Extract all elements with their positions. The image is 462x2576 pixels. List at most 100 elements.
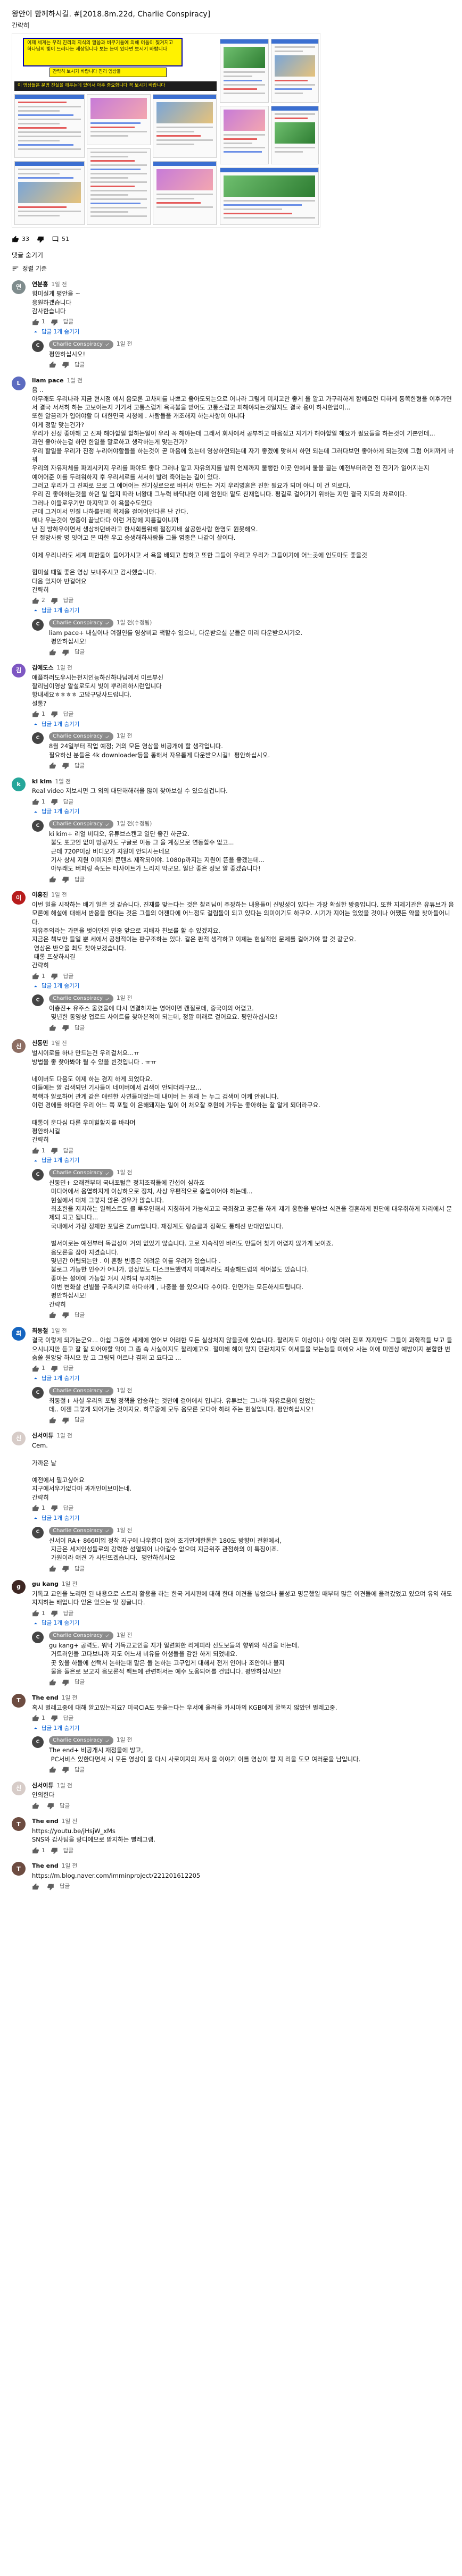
commenter-avatar[interactable]: 신 (12, 1432, 26, 1446)
like-button[interactable]: 1 (32, 710, 45, 718)
like-button[interactable] (49, 1311, 56, 1319)
reply-button[interactable]: 답글 (63, 973, 73, 981)
post-subtitle[interactable]: 간략히 (12, 21, 453, 30)
dislike-button[interactable] (51, 1610, 58, 1617)
comment-author[interactable]: ki kim (32, 777, 52, 785)
reply-button[interactable]: 답글 (63, 1714, 73, 1722)
comment-time[interactable]: 1일 전 (62, 1694, 77, 1702)
like-button[interactable] (49, 649, 56, 656)
commenter-avatar[interactable]: T (12, 1693, 26, 1708)
comment-time[interactable]: 1일 전 (56, 1782, 72, 1790)
like-button[interactable]: 1 (32, 973, 45, 981)
reply-button[interactable]: 답글 (75, 1565, 85, 1573)
comment-author[interactable]: The end (32, 1862, 59, 1870)
owner-avatar[interactable]: C (32, 1631, 44, 1643)
dislike-button[interactable] (62, 1679, 69, 1686)
owner-avatar[interactable]: C (32, 732, 44, 745)
reply-button[interactable]: 답글 (63, 318, 73, 326)
like-button[interactable] (32, 1883, 42, 1891)
owner-name-chip[interactable]: Charlie Conspiracy (49, 618, 113, 628)
owner-avatar[interactable]: C (32, 1526, 44, 1538)
like-button[interactable] (32, 1802, 42, 1810)
owner-name-chip[interactable]: Charlie Conspiracy (49, 1526, 113, 1535)
owner-avatar[interactable]: C (32, 994, 44, 1007)
dislike-button[interactable] (51, 710, 58, 718)
dislike-button[interactable] (51, 1365, 58, 1373)
comment-author[interactable]: 이홍진 (32, 891, 48, 899)
like-button[interactable] (49, 1766, 56, 1774)
comment-time[interactable]: 1일 전 (55, 778, 70, 786)
comment-time[interactable]: 1일 전 (62, 1862, 77, 1870)
owner-name-chip[interactable]: Charlie Conspiracy (49, 1736, 113, 1745)
dislike-button[interactable] (47, 1883, 54, 1891)
dislike-button[interactable] (62, 1766, 69, 1774)
comment-author[interactable]: liam pace (32, 377, 64, 384)
comment-author[interactable]: 신서이튜 (32, 1782, 53, 1789)
commenter-avatar[interactable]: 최 (12, 1326, 26, 1341)
comment-author[interactable]: 신서이튜 (32, 1432, 53, 1440)
reply-button[interactable]: 답글 (75, 648, 85, 656)
like-button[interactable]: 1 (32, 1610, 45, 1618)
like-button[interactable] (49, 762, 56, 770)
like-button[interactable] (49, 876, 56, 883)
reply-button[interactable]: 답글 (63, 1847, 73, 1855)
dislike-button[interactable] (51, 1847, 58, 1854)
comment-author[interactable]: 최동철 (32, 1327, 48, 1335)
comment-time[interactable]: 1일 전 (56, 664, 72, 672)
reply-button[interactable]: 답글 (60, 1802, 70, 1810)
dislike-button[interactable] (51, 798, 58, 806)
comment-author[interactable]: The end (32, 1694, 59, 1702)
dislike-button[interactable] (62, 649, 69, 656)
owner-name-chip[interactable]: Charlie Conspiracy (49, 1386, 113, 1395)
post-image-collage[interactable]: 이제 세계는 우리 진리의 지식의 말씀과 비무기들에 의해 어둠이 찢겨지고 … (12, 33, 320, 228)
dislike-button[interactable] (62, 1024, 69, 1032)
dislike-button[interactable] (51, 1504, 58, 1512)
owner-name-chip[interactable]: Charlie Conspiracy (49, 1169, 113, 1178)
like-button[interactable] (49, 1565, 56, 1573)
replies-toggle[interactable]: 답글 1개 숨기기 (32, 1725, 455, 1733)
like-button[interactable]: 1 (32, 1504, 45, 1512)
commenter-avatar[interactable]: 이 (12, 891, 26, 905)
reply-button[interactable]: 답글 (75, 1311, 85, 1319)
reply-button[interactable]: 답글 (63, 710, 73, 718)
commenter-avatar[interactable]: 김 (12, 664, 26, 678)
comment-time[interactable]: 1일 전 (51, 281, 67, 289)
like-button[interactable]: 1 (32, 1847, 45, 1855)
reply-button[interactable]: 답글 (75, 762, 85, 770)
owner-avatar[interactable]: C (32, 1736, 44, 1749)
commenter-avatar[interactable]: L (12, 376, 26, 390)
reply-button[interactable]: 답글 (63, 1504, 73, 1512)
dislike-button[interactable] (51, 319, 58, 326)
hide-comments-toggle[interactable]: 댓글 숨기기 (0, 244, 462, 260)
replies-toggle[interactable]: 답글 1개 숨기기 (32, 1515, 455, 1523)
like-button[interactable]: 1 (32, 798, 45, 806)
commenter-avatar[interactable]: T (12, 1817, 26, 1831)
like-button[interactable]: 33 (12, 235, 29, 243)
owner-name-chip[interactable]: Charlie Conspiracy (49, 732, 113, 741)
owner-avatar[interactable]: C (32, 1169, 44, 1181)
owner-avatar[interactable]: C (32, 340, 44, 352)
reply-button[interactable]: 답글 (75, 1416, 85, 1424)
replies-toggle[interactable]: 답글 1개 숨기기 (32, 1375, 455, 1383)
comment-time[interactable]: 1일 전 (51, 1327, 67, 1335)
comment-author[interactable]: The end (32, 1817, 59, 1825)
dislike-button[interactable] (47, 1802, 54, 1810)
replies-toggle[interactable]: 답글 1개 숨기기 (32, 328, 455, 336)
like-button[interactable] (49, 1024, 56, 1032)
replies-toggle[interactable]: 답글 1개 숨기기 (32, 1619, 455, 1627)
commenter-avatar[interactable]: k (12, 777, 26, 791)
reply-button[interactable]: 답글 (63, 1147, 73, 1155)
commenter-avatar[interactable]: g (12, 1580, 26, 1594)
comment-author[interactable]: 신동민 (32, 1039, 48, 1047)
commenter-avatar[interactable]: T (12, 1862, 26, 1876)
reply-button[interactable]: 답글 (75, 876, 85, 884)
owner-avatar[interactable]: C (32, 618, 44, 631)
dislike-button[interactable] (62, 1311, 69, 1319)
commenter-avatar[interactable]: 신 (12, 1039, 26, 1053)
dislike-button[interactable] (51, 1147, 58, 1155)
reply-button[interactable]: 답글 (63, 597, 73, 605)
owner-avatar[interactable]: C (32, 1386, 44, 1399)
dislike-button[interactable] (51, 597, 58, 605)
dislike-button[interactable] (62, 1565, 69, 1573)
owner-avatar[interactable]: C (32, 820, 44, 832)
